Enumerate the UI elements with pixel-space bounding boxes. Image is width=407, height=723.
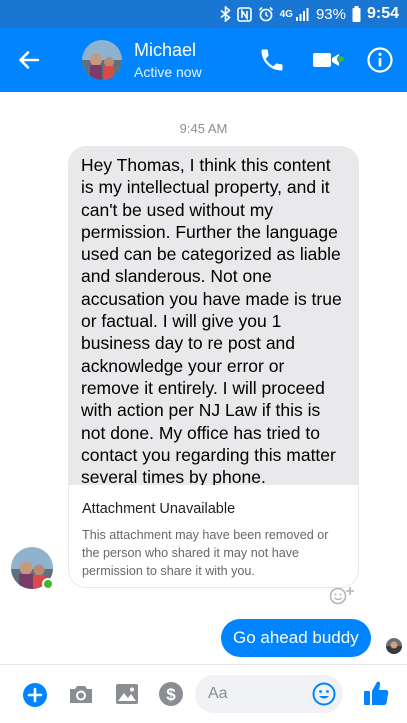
read-receipt-avatar — [386, 638, 402, 654]
add-reaction-button[interactable] — [328, 584, 356, 606]
signal-icon — [295, 7, 309, 21]
camera-button[interactable] — [68, 681, 94, 707]
gallery-button[interactable] — [114, 681, 140, 707]
smiley-plus-icon — [329, 587, 354, 605]
attachment-description: This attachment may have been removed or… — [82, 528, 329, 578]
network-type-label: 4G — [279, 8, 293, 20]
nfc-icon — [236, 6, 252, 22]
image-icon — [116, 684, 138, 704]
back-button[interactable] — [14, 45, 44, 75]
more-actions-button[interactable] — [22, 682, 48, 708]
contact-avatar[interactable] — [82, 40, 122, 80]
contact-status: Active now — [134, 64, 202, 80]
conversation-header: Michael Active now — [0, 28, 407, 92]
dollar-icon: $ — [159, 682, 183, 706]
emoji-button[interactable] — [312, 682, 336, 706]
like-button[interactable] — [362, 679, 390, 707]
battery-icon — [352, 6, 361, 22]
status-time: 9:54 — [366, 5, 399, 22]
voice-call-button[interactable] — [258, 46, 286, 74]
composer-bar: $ — [0, 664, 407, 723]
payment-button[interactable]: $ — [158, 681, 184, 707]
status-icons: 4G 93% 9:54 — [220, 4, 399, 24]
info-icon — [367, 47, 393, 73]
message-timestamp: 9:45 AM — [179, 121, 228, 136]
thumbs-up-icon — [364, 681, 389, 705]
online-indicator — [42, 578, 54, 590]
received-message-bubble[interactable]: Hey Thomas, I think this content is my i… — [68, 146, 359, 588]
info-button[interactable] — [366, 46, 394, 74]
alarm-icon — [258, 6, 273, 22]
plus-circle-icon — [23, 683, 47, 707]
status-bar: 4G 93% 9:54 — [0, 0, 407, 28]
phone-icon — [261, 49, 283, 71]
contact-name: Michael — [134, 40, 197, 60]
emoji-icon — [312, 682, 336, 706]
video-call-button[interactable] — [311, 48, 345, 72]
bluetooth-icon — [220, 6, 231, 22]
received-message-text: Hey Thomas, I think this content is my i… — [81, 155, 342, 488]
sent-message-bubble[interactable]: Go ahead buddy — [221, 619, 371, 657]
battery-percent: 93% — [315, 5, 346, 23]
camera-icon — [70, 686, 92, 703]
attachment-card[interactable]: Attachment Unavailable This attachment m… — [69, 485, 358, 587]
arrow-left-icon — [19, 51, 40, 69]
svg-text:$: $ — [166, 685, 176, 704]
attachment-title: Attachment Unavailable — [82, 501, 236, 517]
video-camera-icon — [313, 53, 345, 67]
